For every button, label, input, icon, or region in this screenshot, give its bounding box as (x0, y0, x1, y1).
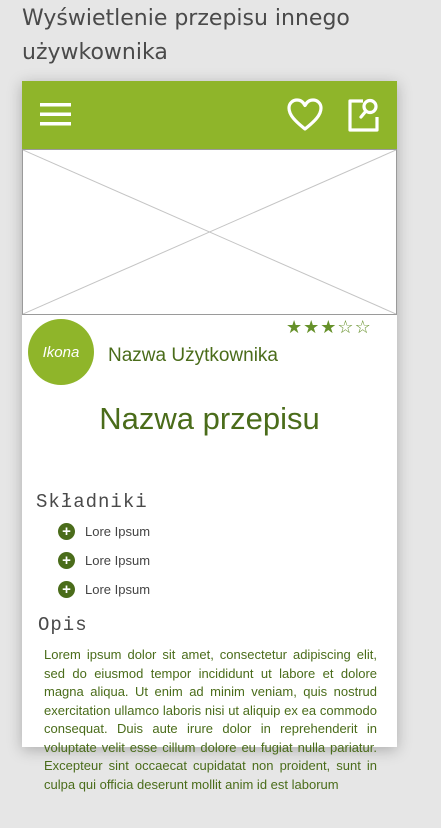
menu-button[interactable] (40, 102, 72, 128)
username[interactable]: Nazwa Użytkownika (108, 345, 278, 367)
ingredient-label: Lore Ipsum (85, 553, 151, 568)
search-document-icon (348, 98, 379, 132)
recipe-image-placeholder (22, 149, 397, 315)
ingredient-label: Lore Ipsum (85, 582, 151, 597)
ingredient-item[interactable]: + Lore Ipsum (58, 546, 150, 575)
rating-stars[interactable]: ★★★☆☆ (286, 317, 372, 338)
description-text: Lorem ipsum dolor sit amet, consectetur … (44, 647, 377, 792)
ingredient-label: Lore Ipsum (85, 524, 151, 539)
description-heading: Opis (38, 614, 88, 636)
star-outline-icon[interactable]: ☆ (337, 317, 354, 337)
heart-icon (287, 98, 323, 131)
star-icon[interactable]: ★ (286, 317, 303, 337)
favorite-button[interactable] (286, 97, 324, 133)
plus-circle-icon[interactable]: + (58, 523, 75, 540)
star-icon[interactable]: ★ (303, 317, 320, 337)
ingredient-item[interactable]: + Lore Ipsum (58, 575, 150, 604)
ingredients-list: + Lore Ipsum + Lore Ipsum + Lore Ipsum (58, 517, 150, 604)
app-bar (22, 81, 397, 149)
star-icon[interactable]: ★ (320, 317, 337, 337)
recipe-title: Nazwa przepisu (99, 401, 320, 436)
avatar[interactable]: Ikona (28, 319, 94, 385)
search-button[interactable] (346, 97, 382, 133)
hamburger-menu-icon (40, 103, 71, 126)
avatar-label: Ikona (42, 343, 80, 361)
image-placeholder-cross (22, 149, 397, 315)
page-heading: Wyświetlenie przepisu innego używkownika (22, 6, 350, 65)
star-outline-icon[interactable]: ☆ (355, 317, 372, 337)
plus-circle-icon[interactable]: + (58, 552, 75, 569)
ingredient-item[interactable]: + Lore Ipsum (58, 517, 150, 546)
plus-circle-icon[interactable]: + (58, 581, 75, 598)
ingredients-heading: Składniki (36, 491, 148, 513)
